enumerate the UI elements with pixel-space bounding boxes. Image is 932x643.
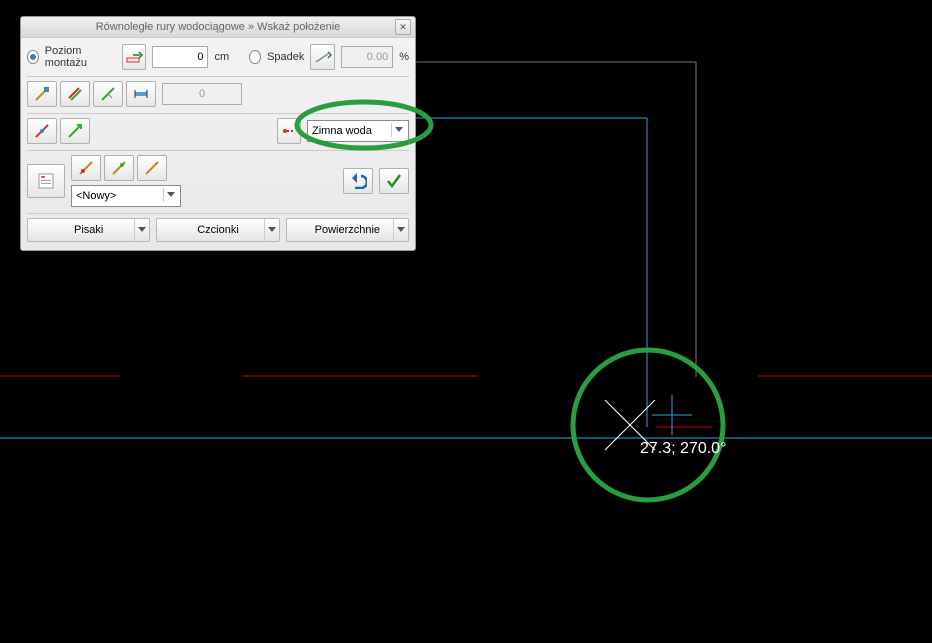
level-row: Poziom montażu cm Spadek % [27,44,409,70]
cursor-coordinates: 27.3; 270.0° [640,440,726,458]
label-level: Poziom montażu [45,45,112,69]
surfaces-button[interactable]: Powierzchnie [286,218,409,242]
pipe-panel: Równoległe rury wodociągowe » Wskaż poło… [20,16,416,251]
style-3-icon[interactable] [137,155,167,181]
close-button[interactable]: ✕ [395,19,411,35]
highlight-circle [573,350,723,500]
tool-row-2: Zimna woda [27,118,409,144]
pipe-type-select[interactable]: Zimna woda [307,120,409,142]
level-input[interactable] [152,46,208,68]
radio-slope[interactable] [249,50,261,64]
chevron-down-icon [163,188,178,202]
level-ref-button[interactable] [122,44,147,70]
pipe-type-icon[interactable] [277,118,301,144]
titlebar: Równoległe rury wodociągowe » Wskaż poło… [21,17,415,38]
chevron-down-icon [134,219,149,241]
tool-dim-icon[interactable] [126,81,156,107]
slope-ref-button[interactable] [310,44,335,70]
template-row: <Nowy> [27,155,409,207]
tool-connect-icon[interactable] [27,118,57,144]
unit-cm: cm [214,51,229,63]
window-title: Równoległe rury wodociągowe » Wskaż poło… [96,21,341,33]
tool-parallel-icon[interactable] [60,81,90,107]
tool-offset-icon[interactable] [93,81,123,107]
chevron-down-icon [393,219,408,241]
style-1-icon[interactable] [71,155,101,181]
tool-rise-icon[interactable] [60,118,90,144]
properties-button[interactable] [27,164,65,198]
radio-level[interactable] [27,50,39,64]
slope-input [341,46,393,68]
unit-pct: % [399,51,409,63]
tool-detect-icon[interactable] [27,81,57,107]
tool-row-1 [27,81,409,107]
template-select[interactable]: <Nowy> [71,185,181,207]
pens-button[interactable]: Pisaki [27,218,150,242]
template-value: <Nowy> [76,190,116,202]
label-slope: Spadek [267,51,304,63]
chevron-down-icon [264,219,279,241]
check-button[interactable] [379,168,409,194]
chevron-down-icon [391,123,406,137]
fonts-button[interactable]: Czcionki [156,218,279,242]
undo-button[interactable] [343,168,373,194]
pipe-type-value: Zimna woda [312,125,372,137]
offset-value [162,83,242,105]
style-2-icon[interactable] [104,155,134,181]
bottom-buttons: Pisaki Czcionki Powierzchnie [27,218,409,242]
